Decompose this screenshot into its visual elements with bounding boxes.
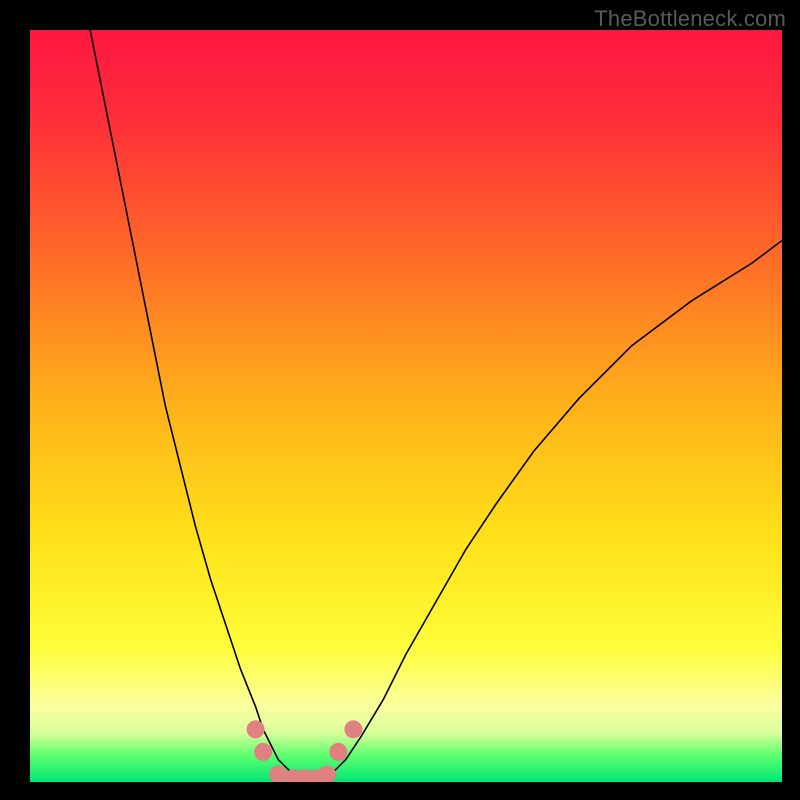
- data-marker: [329, 743, 347, 761]
- chart-container: TheBottleneck.com: [0, 0, 800, 800]
- plot-area: [30, 30, 782, 782]
- gradient-background: [30, 30, 782, 782]
- chart-svg: [30, 30, 782, 782]
- watermark-text: TheBottleneck.com: [594, 6, 786, 32]
- data-marker: [344, 720, 362, 738]
- data-marker: [254, 743, 272, 761]
- data-marker: [247, 720, 265, 738]
